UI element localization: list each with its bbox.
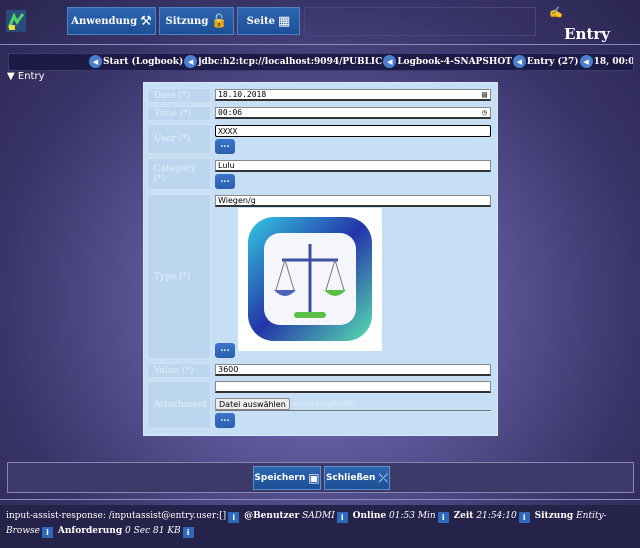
menu-seite-button[interactable]: Seite ▦ bbox=[237, 7, 300, 35]
save-icon: ▣ bbox=[308, 471, 320, 485]
type-label: Type (*) bbox=[147, 194, 211, 359]
menu-anwendung-button[interactable]: Anwendung ⚒ bbox=[67, 7, 156, 35]
status-time-label: Zeit bbox=[453, 511, 474, 521]
breadcrumb: ◀ Start (Logbook) ◀ jdbc:h2:tcp://localhos… bbox=[8, 53, 634, 71]
status-request-label: Anforderung bbox=[57, 526, 123, 536]
save-label: Speichern bbox=[254, 473, 306, 483]
file-upload-row: Datei auswählen Keine ausgewählt bbox=[215, 398, 491, 411]
info-icon[interactable]: i bbox=[336, 512, 348, 523]
user-field[interactable]: XXXX bbox=[215, 125, 491, 137]
type-value: Wiegen/g bbox=[218, 196, 256, 205]
attachment-lookup-button[interactable]: ... bbox=[215, 413, 235, 428]
category-field[interactable]: Lulu bbox=[215, 160, 491, 172]
info-icon[interactable]: i bbox=[228, 512, 240, 523]
breadcrumb-label: Logbook-4-SNAPSHOT bbox=[397, 56, 512, 67]
breadcrumb-label: jdbc:h2:tcp://localhost:9094/PUBLIC bbox=[198, 56, 383, 67]
category-label: Category (*) bbox=[147, 158, 211, 190]
info-icon[interactable]: i bbox=[518, 512, 530, 523]
menu-anwendung-label: Anwendung bbox=[71, 15, 138, 27]
user-lookup-button[interactable]: ... bbox=[215, 139, 235, 154]
clock-icon[interactable]: ◷ bbox=[482, 108, 487, 117]
breadcrumb-item-current[interactable]: ◀18, 00:00 70, 00:06-Mone-Lulu: Wiegen/g… bbox=[579, 55, 634, 68]
close-button[interactable]: Schließen ⤫ bbox=[324, 466, 390, 490]
breadcrumb-item-logbook[interactable]: ◀ Logbook-4-SNAPSHOT bbox=[383, 55, 512, 68]
category-value: Lulu bbox=[218, 161, 235, 170]
divider bbox=[0, 499, 640, 500]
type-lookup-button[interactable]: ... bbox=[215, 343, 235, 358]
tree-node-entry[interactable]: ▼ Entry bbox=[7, 71, 45, 82]
breadcrumb-label: Start (Logbook) bbox=[103, 56, 184, 67]
info-icon[interactable]: i bbox=[41, 527, 53, 538]
breadcrumb-label: Entry (27) bbox=[526, 56, 579, 67]
type-field[interactable]: Wiegen/g bbox=[215, 195, 491, 207]
date-value: 18.10.2018 bbox=[218, 90, 267, 99]
back-arrow-icon: ◀ bbox=[184, 55, 198, 68]
scale-icon bbox=[238, 208, 382, 351]
status-session-label: Sitzung bbox=[534, 511, 574, 521]
collapse-triangle-icon: ▼ bbox=[7, 71, 15, 82]
category-lookup-button[interactable]: ... bbox=[215, 174, 235, 189]
top-message-area bbox=[304, 7, 536, 36]
file-status-text: Keine ausgewählt bbox=[293, 400, 356, 408]
back-arrow-icon: ◀ bbox=[89, 55, 102, 68]
info-icon[interactable]: i bbox=[437, 512, 449, 523]
calendar-icon[interactable]: ▤ bbox=[482, 90, 487, 99]
edit-entry-icon: ✍ bbox=[549, 6, 563, 19]
user-value: XXXX bbox=[218, 126, 238, 136]
breadcrumb-item-entry[interactable]: ◀ Entry (27) bbox=[512, 55, 579, 68]
tree-node-label: Entry bbox=[17, 71, 45, 82]
app-logo-icon[interactable] bbox=[6, 10, 26, 32]
status-user-value: SADMI bbox=[302, 511, 335, 521]
back-arrow-icon: ◀ bbox=[383, 55, 397, 68]
date-label: Date (*) bbox=[147, 88, 211, 103]
menu-sitzung-button[interactable]: Sitzung 🔓 bbox=[159, 7, 234, 35]
status-online-value: 01:53 Min bbox=[389, 511, 436, 521]
save-button[interactable]: Speichern ▣ bbox=[253, 466, 321, 490]
tools-icon: ⚒ bbox=[140, 13, 152, 29]
value-value: 3600 bbox=[218, 365, 239, 374]
status-bar: input-assist-response: /inputassist@entr… bbox=[0, 505, 640, 548]
close-label: Schließen bbox=[325, 473, 376, 483]
menu-sitzung-label: Sitzung bbox=[165, 15, 209, 27]
entry-form-panel: Date (*) 18.10.2018 ▤ Time (*) 00:06 ◷ U… bbox=[143, 82, 498, 436]
top-bar: Anwendung ⚒ Sitzung 🔓 Seite ▦ ✍ Entry bbox=[0, 0, 640, 46]
status-prefix: input-assist-response: /inputassist@entr… bbox=[6, 511, 227, 521]
status-user-label: @Benutzer bbox=[244, 511, 300, 521]
status-time-value: 21:54:10 bbox=[476, 511, 517, 521]
back-arrow-icon: ◀ bbox=[512, 55, 526, 68]
info-icon[interactable]: i bbox=[182, 527, 194, 538]
value-label: Value (*) bbox=[147, 363, 211, 378]
close-icon: ⤫ bbox=[378, 470, 389, 485]
lock-icon: 🔓 bbox=[211, 13, 228, 29]
time-field[interactable]: 00:06 ◷ bbox=[215, 107, 491, 119]
entity-title: Entry bbox=[564, 25, 610, 43]
grid-icon: ▦ bbox=[278, 13, 291, 29]
user-label: User (*) bbox=[147, 124, 211, 154]
menu-seite-label: Seite bbox=[246, 15, 276, 27]
date-field[interactable]: 18.10.2018 ▤ bbox=[215, 89, 491, 101]
breadcrumb-item-jdbc[interactable]: ◀ jdbc:h2:tcp://localhost:9094/PUBLIC bbox=[184, 55, 382, 68]
breadcrumb-item-start[interactable]: ◀ Start (Logbook) bbox=[89, 55, 183, 68]
value-field[interactable]: 3600 bbox=[215, 364, 491, 376]
attachment-label: Attachment bbox=[147, 381, 211, 429]
choose-file-button[interactable]: Datei auswählen bbox=[215, 398, 290, 410]
action-bar: Speichern ▣ Schließen ⤫ bbox=[7, 462, 634, 493]
status-online-label: Online bbox=[352, 511, 387, 521]
breadcrumb-label: 18, 00:00 70, 00:06-Mone-Lulu: Wiegen/g … bbox=[593, 56, 634, 67]
status-request-value: 0 Sec 81 KB bbox=[125, 526, 181, 536]
attachment-name-field[interactable] bbox=[215, 381, 491, 393]
divider bbox=[0, 44, 640, 45]
time-value: 00:06 bbox=[218, 108, 243, 117]
back-arrow-icon: ◀ bbox=[579, 55, 593, 68]
time-label: Time (*) bbox=[147, 106, 211, 121]
